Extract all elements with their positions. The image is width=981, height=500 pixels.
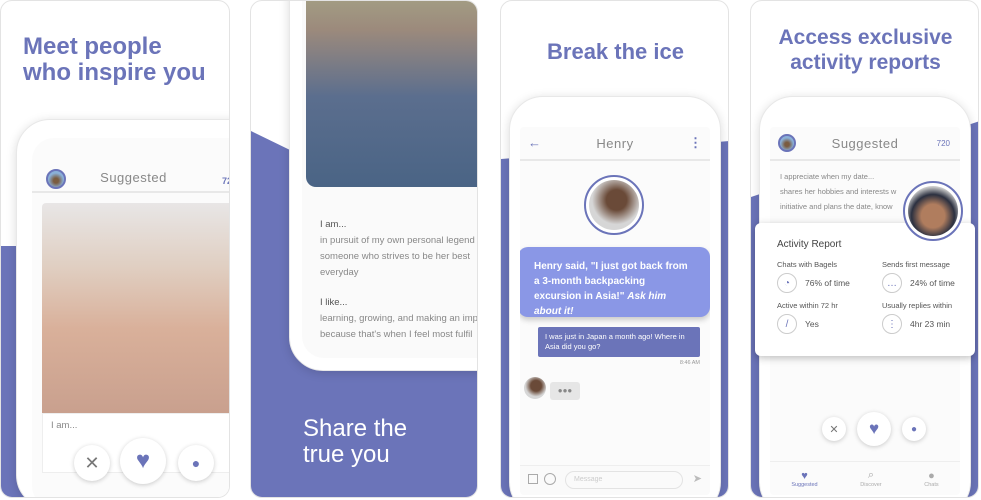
bean-count: 720	[936, 139, 950, 148]
phone-mockup: I am... in pursuit of my own personal le…	[289, 1, 478, 371]
report-item: Sends first message … 24% of time	[882, 260, 978, 293]
bio-line: someone who strives to be her best	[320, 251, 470, 262]
report-item: Active within 72 hr / Yes	[777, 301, 882, 334]
message-button[interactable]: ●	[178, 445, 214, 481]
bio-line: because that's when I feel most fulfil	[320, 329, 473, 340]
send-icon[interactable]: ➤	[693, 472, 702, 485]
typing-indicator: ●●●	[550, 382, 580, 400]
phone-mockup: Henry ← ⋮ Henry said, "I just got back f…	[509, 96, 721, 497]
panel-activity-reports: Access exclusive activity reports Sugges…	[750, 0, 979, 498]
message-composer: Message ➤	[520, 465, 710, 495]
clock-icon: /	[777, 314, 797, 334]
pie-chart-icon: ◔	[777, 273, 797, 293]
bio-line: learning, growing, and making an imp	[320, 313, 478, 324]
activity-report-card: Activity Report Chats with Bagels ◔ 76% of…	[755, 223, 975, 356]
sender-avatar	[524, 377, 546, 399]
panel-break-ice: Break the ice Henry ← ⋮ Henry said, "I j…	[500, 0, 729, 498]
back-arrow-icon[interactable]: ←	[528, 135, 541, 150]
bio-line: in pursuit of my own personal legend	[320, 235, 475, 246]
match-avatar[interactable]	[584, 175, 644, 235]
header-title: Suggested	[831, 135, 899, 151]
bean-count: 72	[222, 176, 229, 186]
nav-chats[interactable]: ● Chats	[924, 470, 938, 488]
report-value: 76% of time	[805, 278, 850, 288]
chat-name: Henry	[596, 135, 634, 151]
report-item: Chats with Bagels ◔ 76% of time	[777, 260, 882, 293]
emoji-icon[interactable]	[544, 473, 556, 485]
pass-button[interactable]: ✕	[822, 417, 846, 441]
report-value: 4hr 23 min	[910, 319, 951, 329]
report-item: Usually replies within ⋮ 4hr 23 min	[882, 301, 978, 334]
message-time: 8:46 AM	[679, 360, 700, 366]
heart-icon: ♥	[135, 447, 151, 474]
sent-message: I was just in Japan a month ago! Where i…	[538, 327, 700, 357]
bio-line: everyday	[320, 267, 359, 278]
header-title: Suggested	[100, 169, 167, 185]
bio-heading: I like...	[320, 297, 348, 308]
nav-label: Chats	[924, 481, 939, 488]
bio: I appreciate when my date... shares her …	[780, 169, 896, 214]
report-label: Active within 72 hr	[777, 301, 838, 310]
chat-bubble-icon: ●	[910, 423, 918, 435]
image-icon[interactable]	[528, 474, 538, 484]
message-input[interactable]: Message	[565, 471, 683, 489]
nav-label: Suggested	[791, 481, 818, 488]
panel-share-true-you: I am... in pursuit of my own personal le…	[250, 0, 478, 498]
like-button[interactable]: ♥	[120, 438, 166, 484]
heart-icon: ♥	[801, 469, 808, 482]
profile-prompt: I am...	[51, 420, 78, 431]
speech-bubble-icon: …	[882, 273, 902, 293]
nav-suggested[interactable]: ♥ Suggested	[791, 470, 817, 488]
profile-avatar[interactable]	[46, 169, 66, 189]
match-avatar[interactable]	[903, 181, 963, 241]
report-value: 24% of time	[910, 278, 955, 288]
headline: Access exclusive activity reports	[778, 26, 953, 74]
chats-icon: ●	[928, 469, 935, 482]
report-label: Sends first message	[882, 260, 950, 269]
report-value: Yes	[805, 319, 819, 329]
message-button[interactable]: ●	[902, 417, 926, 441]
icebreaker-card: Henry said, "I just got back from a 3-mo…	[520, 247, 710, 317]
headline: Share the true you	[303, 415, 408, 468]
bio-heading: I am...	[320, 219, 347, 230]
report-label: Usually replies within	[882, 301, 953, 310]
bio-line: I appreciate when my date...	[780, 172, 875, 181]
profile-avatar[interactable]	[778, 134, 796, 152]
profile-bio: I am... in pursuit of my own personal le…	[320, 217, 478, 343]
profile-photo	[306, 1, 477, 187]
bottom-nav: ♥ Suggested ⌕ Discover ● Chats	[770, 461, 960, 495]
heart-icon: ♥	[868, 419, 880, 438]
report-title: Activity Report	[777, 239, 842, 250]
pass-button[interactable]: ✕	[74, 445, 110, 481]
like-button[interactable]: ♥	[857, 412, 891, 446]
chat-bubble-icon: ●	[191, 455, 201, 471]
bio-line: initiative and plans the date, know	[780, 202, 893, 211]
bio-line: shares her hobbies and interests w	[780, 187, 897, 196]
chat-header: Henry	[520, 127, 710, 161]
report-label: Chats with Bagels	[777, 260, 838, 269]
nav-discover[interactable]: ⌕ Discover	[860, 469, 881, 488]
panel-meet-people: Meet people who inspire you Suggested 72…	[0, 0, 230, 498]
progress-ring-icon: ⋮	[882, 314, 902, 334]
headline: Break the ice	[547, 39, 684, 64]
magnifier-icon: ⌕	[867, 469, 875, 481]
nav-label: Discover	[860, 482, 882, 488]
phone-mockup: Suggested 72 I am... ✕ ♥ ●	[16, 119, 229, 497]
app-header: Suggested	[770, 127, 960, 161]
profile-photo	[42, 203, 229, 413]
more-options-icon[interactable]: ⋮	[689, 135, 702, 151]
headline: Meet people who inspire you	[23, 33, 206, 86]
